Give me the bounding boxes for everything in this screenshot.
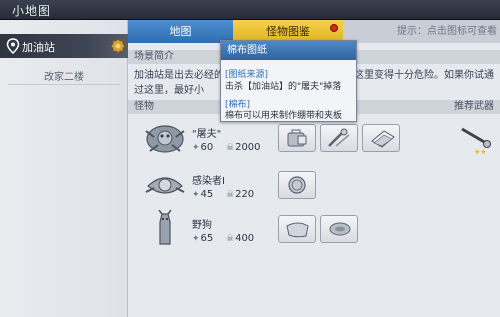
drop-slot-coin[interactable]	[278, 171, 316, 199]
drop-slot-bag[interactable]	[278, 124, 316, 152]
butcher-monster-icon	[145, 125, 185, 153]
window-titlebar: 小地图	[0, 0, 500, 20]
tooltip-source-text: 击杀【加油站】的"屠夫"掉落	[225, 82, 342, 92]
svg-text:★★: ★★	[474, 148, 487, 156]
item-tooltip-popup: 棉布图纸 [图纸来源] 击杀【加油站】的"屠夫"掉落 [棉布] 棉布可以用来制作…	[220, 40, 357, 122]
tab-map[interactable]: 地图	[128, 20, 233, 43]
pipe-wrench-weapon-icon[interactable]: ★★	[458, 119, 494, 157]
paw-icon: ✦	[192, 234, 200, 244]
meat-icon	[329, 222, 351, 236]
gear-icon[interactable]	[110, 38, 126, 54]
weapon-heading: 推荐武器	[454, 101, 494, 112]
monster-row-butcher[interactable]: "屠夫" ✦60 ☠2000 ★★	[128, 117, 500, 159]
monster-name: 野狗	[192, 220, 212, 231]
monster-stat-attack: ✦45	[192, 189, 213, 200]
monster-stat-health: ☠2000	[226, 142, 261, 153]
paw-icon: ✦	[192, 190, 200, 200]
skull-icon: ☠	[226, 234, 235, 244]
location-label: 加油站	[22, 41, 55, 54]
monsters-heading-label: 怪物	[134, 101, 154, 112]
skull-icon: ☠	[226, 190, 235, 200]
drop-slot-tools[interactable]	[320, 124, 358, 152]
skull-icon: ☠	[226, 143, 235, 153]
monster-stat-attack: ✦60	[192, 142, 213, 153]
stat-value: 400	[235, 233, 255, 244]
monster-name: "屠夫"	[192, 129, 222, 140]
drop-slot-hide[interactable]	[278, 215, 316, 243]
hint-text: 提示：点击图标可查看	[343, 20, 500, 43]
wild-dog-monster-icon	[158, 210, 172, 245]
monster-row-wild-dog[interactable]: 野狗 ✦65 ☠400	[128, 208, 500, 250]
notification-dot-icon	[330, 24, 338, 32]
drop-slot-meat[interactable]	[320, 215, 358, 243]
sidebar-item-sub-location[interactable]: 改家二楼	[0, 68, 128, 83]
stat-value: 2000	[235, 142, 261, 153]
monster-row-infected[interactable]: 感染者I ✦45 ☠220	[128, 164, 500, 206]
tooltip-title: 棉布图纸	[221, 41, 356, 60]
stat-value: 45	[200, 189, 214, 200]
tab-monster-guide-label: 怪物图鉴	[266, 25, 310, 38]
monster-stat-health: ☠220	[226, 189, 254, 200]
coin-icon	[288, 176, 306, 194]
hide-icon	[286, 222, 309, 238]
cloth-icon	[371, 130, 395, 148]
tools-icon	[328, 128, 350, 147]
location-tab-gas-station[interactable]: 加油站	[0, 34, 128, 58]
drop-slot-cloth-blueprint[interactable]	[362, 124, 400, 152]
stat-value: 220	[235, 189, 255, 200]
tooltip-item-text: 棉布可以用来制作绷带和夹板	[225, 111, 343, 121]
paw-icon: ✦	[192, 143, 200, 153]
stat-value: 60	[200, 142, 214, 153]
window-title: 小地图	[12, 4, 52, 18]
main-panel: 地图 怪物图鉴 提示：点击图标可查看 场景简介 加油站是出去必经的……………………	[128, 20, 500, 317]
map-pin-icon	[6, 38, 20, 54]
monster-name: 感染者I	[192, 176, 225, 187]
monster-stat-attack: ✦65	[192, 233, 213, 244]
location-sidebar: 加油站 改家二楼	[0, 20, 128, 317]
divider	[8, 84, 120, 85]
bag-icon	[287, 129, 307, 147]
stat-value: 65	[200, 233, 214, 244]
infected-monster-icon	[145, 177, 185, 194]
monster-stat-health: ☠400	[226, 233, 254, 244]
